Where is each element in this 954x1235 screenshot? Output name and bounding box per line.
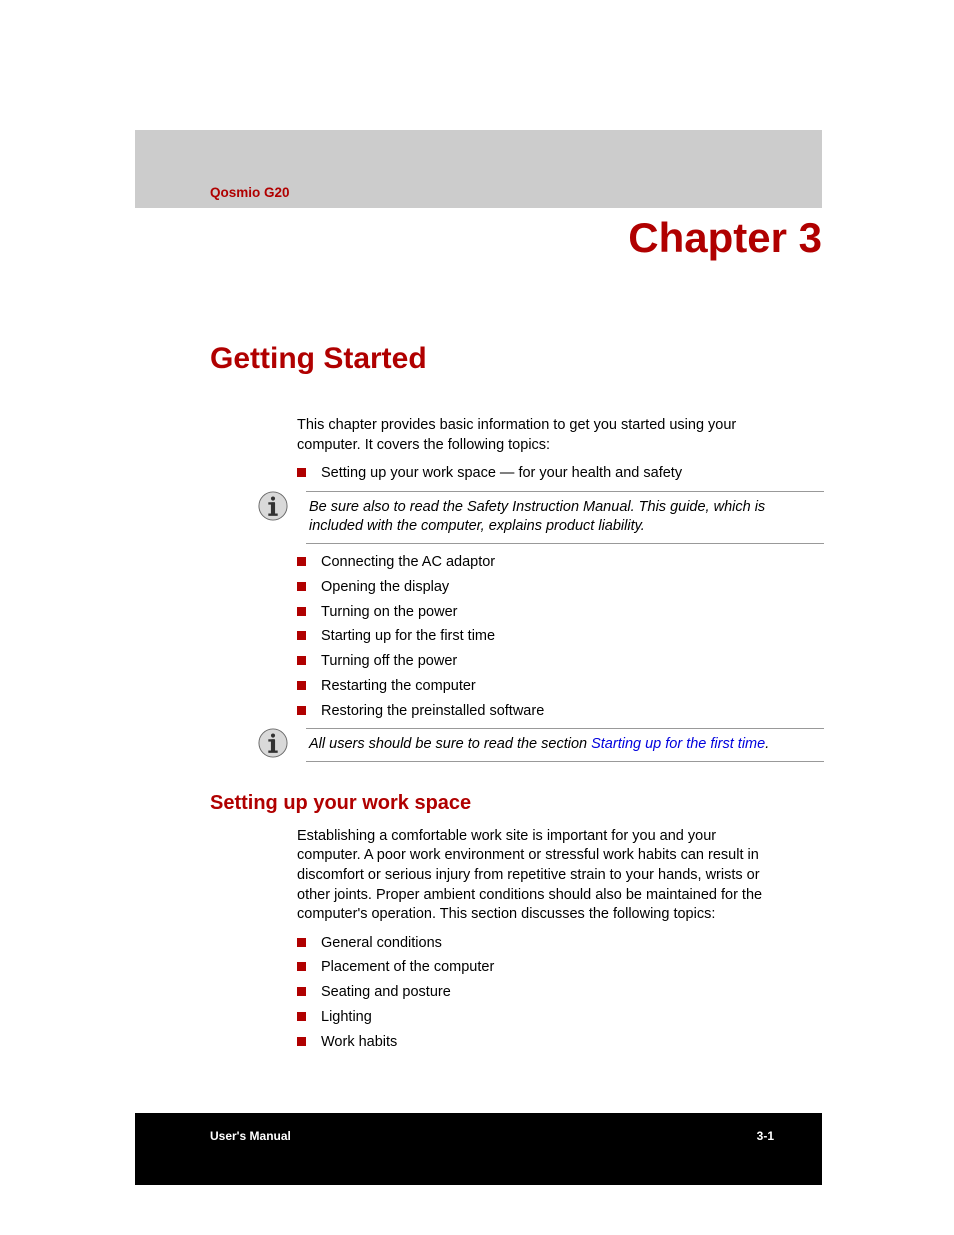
list-item: Turning on the power <box>297 602 764 624</box>
note-block: Be sure also to read the Safety Instruct… <box>258 491 824 544</box>
product-label: Qosmio G20 <box>210 185 290 200</box>
note-suffix: . <box>765 736 769 752</box>
list-item: Lighting <box>297 1007 764 1029</box>
list-item: Seating and posture <box>297 982 764 1004</box>
info-icon <box>258 728 288 758</box>
footer-band: User's Manual 3-1 <box>135 1113 822 1185</box>
list-item: Starting up for the first time <box>297 626 764 648</box>
note-link[interactable]: Starting up for the first time <box>591 736 765 752</box>
list-item: Restarting the computer <box>297 676 764 698</box>
note-text: All users should be sure to read the sec… <box>306 728 824 762</box>
document-page: Qosmio G20 Chapter 3 Getting Started Thi… <box>0 130 954 1185</box>
list-item: Work habits <box>297 1032 764 1054</box>
subsection-intro: Establishing a comfortable work site is … <box>297 827 764 925</box>
section-title: Getting Started <box>210 342 954 376</box>
note-prefix: All users should be sure to read the sec… <box>309 736 591 752</box>
chapter-title: Chapter 3 <box>0 214 822 262</box>
list-item: General conditions <box>297 933 764 955</box>
note-block: All users should be sure to read the sec… <box>258 728 824 762</box>
footer-right: 3-1 <box>757 1129 774 1143</box>
topic-list-1: Setting up your work space — for your he… <box>297 463 764 485</box>
header-band: Qosmio G20 <box>135 130 822 208</box>
list-item: Restoring the preinstalled software <box>297 701 764 723</box>
topic-list-2: Connecting the AC adaptor Opening the di… <box>297 552 764 722</box>
list-item: Setting up your work space — for your he… <box>297 463 764 485</box>
footer-left: User's Manual <box>210 1129 291 1143</box>
intro-paragraph: This chapter provides basic information … <box>297 416 764 455</box>
subsection-topic-list: General conditions Placement of the comp… <box>297 933 764 1054</box>
list-item: Placement of the computer <box>297 957 764 979</box>
list-item: Turning off the power <box>297 651 764 673</box>
info-icon <box>258 491 288 521</box>
subsection-title: Setting up your work space <box>210 792 954 815</box>
list-item: Opening the display <box>297 577 764 599</box>
list-item: Connecting the AC adaptor <box>297 552 764 574</box>
note-text: Be sure also to read the Safety Instruct… <box>306 491 824 544</box>
